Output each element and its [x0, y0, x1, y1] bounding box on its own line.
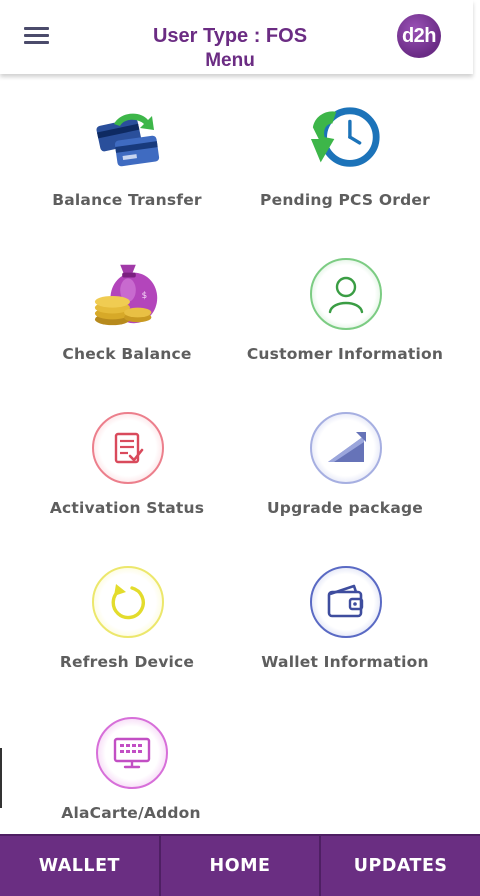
menu-tile-check-balance[interactable]: $ Check Balance: [12, 257, 242, 407]
refresh-icon-wrap: [91, 565, 165, 639]
alacarte-icon-wrap: [95, 716, 169, 790]
document-check-icon: [92, 412, 164, 484]
customer-icon-wrap: [309, 257, 383, 331]
refresh-icon: [92, 566, 164, 638]
menu-tile-balance-transfer[interactable]: Balance Transfer: [12, 103, 242, 253]
bottom-navigation: WALLET HOME UPDATES: [0, 834, 480, 896]
wallet-tab-button[interactable]: WALLET: [0, 836, 161, 896]
menu-label-activation-status: Activation Status: [49, 499, 205, 517]
menu-label-wallet-information: Wallet Information: [261, 653, 429, 671]
menu-label-upgrade-package: Upgrade package: [266, 499, 423, 517]
clock-arrow-icon: [309, 103, 383, 177]
upgrade-icon-wrap: [309, 411, 383, 485]
menu-tile-upgrade-package[interactable]: Upgrade package: [230, 411, 460, 561]
card-transfer-icon: [91, 103, 165, 177]
wallet-icon-wrap: [309, 565, 383, 639]
menu-tile-refresh-device[interactable]: Refresh Device: [12, 565, 242, 715]
user-icon: [310, 258, 382, 330]
d2h-logo: d2h: [397, 14, 441, 58]
header-title-block: User Type : FOS Menu: [0, 24, 460, 74]
page-title: User Type : FOS: [152, 25, 308, 47]
menu-label-alacarte-addon: AlaCarte/Addon: [61, 804, 201, 822]
svg-text:$: $: [142, 291, 148, 301]
activation-icon-wrap: [91, 411, 165, 485]
menu-label-customer-information: Customer Information: [246, 345, 444, 363]
menu-label-refresh-device: Refresh Device: [59, 653, 195, 671]
upgrade-arrow-icon: [310, 412, 382, 484]
keyboard-monitor-icon: [96, 717, 168, 789]
edge-scroll-indicator: [0, 748, 2, 808]
menu-tile-customer-information[interactable]: Customer Information: [230, 257, 460, 407]
menu-label-balance-transfer: Balance Transfer: [52, 191, 202, 209]
home-tab-button[interactable]: HOME: [161, 836, 322, 896]
menu-tile-wallet-information[interactable]: Wallet Information: [230, 565, 460, 715]
money-bag-icon: $: [91, 257, 165, 331]
wallet-icon: [310, 566, 382, 638]
app-header: User Type : FOS Menu d2h: [0, 0, 473, 74]
updates-tab-button[interactable]: UPDATES: [321, 836, 480, 896]
menu-label-check-balance: Check Balance: [62, 345, 192, 363]
page-subtitle: Menu: [205, 50, 255, 71]
menu-label-pending-pcs-order: Pending PCS Order: [260, 191, 430, 209]
menu-tile-activation-status[interactable]: Activation Status: [12, 411, 242, 561]
menu-tile-pending-pcs-order[interactable]: Pending PCS Order: [230, 103, 460, 253]
